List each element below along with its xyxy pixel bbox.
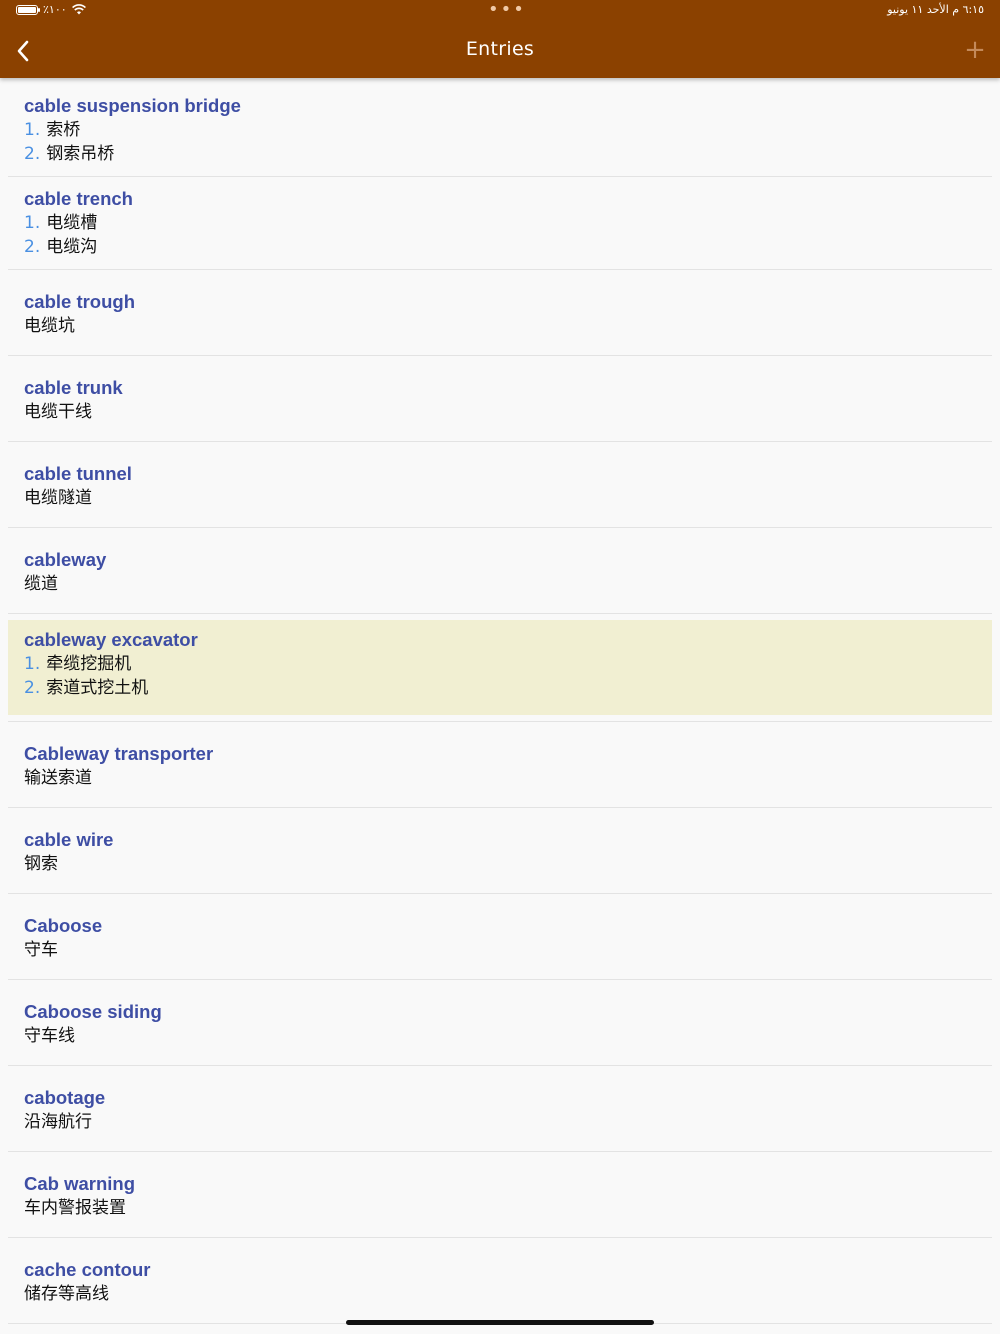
definition-text: 储存等高线 [24, 1284, 109, 1304]
list-item[interactable]: cable suspension bridge 1. 索桥 2. 钢索吊桥 [8, 84, 992, 177]
entries-list: cable suspension bridge 1. 索桥 2. 钢索吊桥 cable t… [8, 84, 992, 1324]
list-item[interactable]: cabotage 沿海航行 [8, 1066, 992, 1152]
entry-term: cable wire [24, 829, 114, 850]
list-item[interactable]: cable trough 电缆坑 [8, 270, 992, 356]
definition-text: 输送索道 [24, 768, 92, 788]
entry-term: cable trough [24, 291, 136, 312]
entry-definition: 2. 钢索吊桥 [24, 142, 992, 166]
battery-percentage: ٪١٠٠ [43, 3, 67, 16]
entry-term: cable suspension bridge [24, 95, 241, 116]
entry-term: cache contour [24, 1259, 151, 1280]
entry-definition: 守车线 [24, 1024, 992, 1048]
entry-term: cableway [24, 549, 107, 570]
entry-term: Caboose [24, 915, 103, 936]
wifi-icon [71, 4, 86, 15]
list-item[interactable]: cable trunk 电缆干线 [8, 356, 992, 442]
list-item[interactable]: Cab warning 车内警报装置 [8, 1152, 992, 1238]
multitasking-dots[interactable]: ••• [488, 0, 526, 20]
entry-definition: 输送索道 [24, 766, 992, 790]
definition-text: 钢索 [24, 854, 58, 874]
status-time-date: ٦:١٥ م الأحد ١١ يونيو [887, 3, 984, 16]
page-title: Entries [465, 38, 535, 60]
entry-term: Caboose siding [24, 1001, 162, 1022]
definition-number: 1. [24, 654, 41, 674]
definition-text: 电缆槽 [46, 213, 98, 233]
list-item[interactable]: Cableway transporter 输送索道 [8, 722, 992, 808]
list-item[interactable]: Caboose 守车 [8, 894, 992, 980]
entry-definition: 2. 电缆沟 [24, 235, 992, 259]
entry-definition: 电缆干线 [24, 400, 992, 424]
definition-number: 1. [24, 213, 41, 233]
entry-definition: 守车 [24, 938, 992, 962]
status-bar-left: ٪١٠٠ [16, 3, 86, 16]
list-item[interactable]: cable wire 钢索 [8, 808, 992, 894]
definition-text: 守车 [24, 940, 58, 960]
entry-definition: 储存等高线 [24, 1282, 992, 1306]
definition-text: 沿海航行 [24, 1112, 92, 1132]
definition-text: 钢索吊桥 [46, 144, 115, 164]
battery-icon [16, 4, 40, 15]
entry-definition: 车内警报装置 [24, 1196, 992, 1220]
entry-term: cable trunk [24, 377, 123, 398]
definition-number: 2. [24, 678, 41, 698]
definition-number: 2. [24, 237, 41, 257]
definition-text: 缆道 [24, 574, 58, 594]
entry-definition: 电缆隧道 [24, 486, 992, 510]
add-entry-button[interactable]: + [962, 37, 988, 64]
entry-definition: 沿海航行 [24, 1110, 992, 1134]
entry-definition: 缆道 [24, 572, 992, 596]
entry-definition: 2. 索道式挖土机 [24, 676, 992, 700]
definition-text: 电缆沟 [46, 237, 98, 257]
list-item[interactable]: cable trench 1. 电缆槽 2. 电缆沟 [8, 177, 992, 270]
definition-text: 车内警报装置 [24, 1198, 126, 1218]
definition-text: 牵缆挖掘机 [46, 654, 132, 674]
definition-text: 电缆隧道 [24, 488, 92, 508]
list-item[interactable]: cable tunnel 电缆隧道 [8, 442, 992, 528]
entry-term: cableway excavator [24, 629, 198, 650]
list-item[interactable]: cache contour 储存等高线 [8, 1238, 992, 1324]
list-item[interactable]: Caboose siding 守车线 [8, 980, 992, 1066]
definition-number: 2. [24, 144, 41, 164]
list-item[interactable]: cableway 缆道 [8, 528, 992, 614]
entry-term: cable trench [24, 188, 133, 209]
definition-text: 电缆坑 [24, 316, 75, 336]
entry-term: cabotage [24, 1087, 106, 1108]
entry-term: cable tunnel [24, 463, 132, 484]
home-indicator[interactable] [346, 1320, 654, 1325]
entry-term: Cableway transporter [24, 743, 214, 764]
entry-term: Cab warning [24, 1173, 136, 1194]
entry-definition: 1. 牵缆挖掘机 [24, 652, 992, 676]
definition-text: 守车线 [24, 1026, 75, 1046]
entry-definition: 1. 电缆槽 [24, 211, 992, 235]
definition-text: 电缆干线 [24, 402, 92, 422]
entry-definition: 1. 索桥 [24, 118, 992, 142]
definition-number: 1. [24, 120, 41, 140]
entry-definition: 钢索 [24, 852, 992, 876]
definition-text: 索道式挖土机 [46, 678, 149, 698]
definition-text: 索桥 [46, 120, 81, 140]
navigation-bar: ٪١٠٠ ••• ٦:١٥ م الأحد ١١ يونيو Entries + [0, 0, 1000, 78]
entry-definition: 电缆坑 [24, 314, 992, 338]
list-item[interactable]: cableway excavator 1. 牵缆挖掘机 2. 索道式挖土机 [8, 614, 992, 722]
